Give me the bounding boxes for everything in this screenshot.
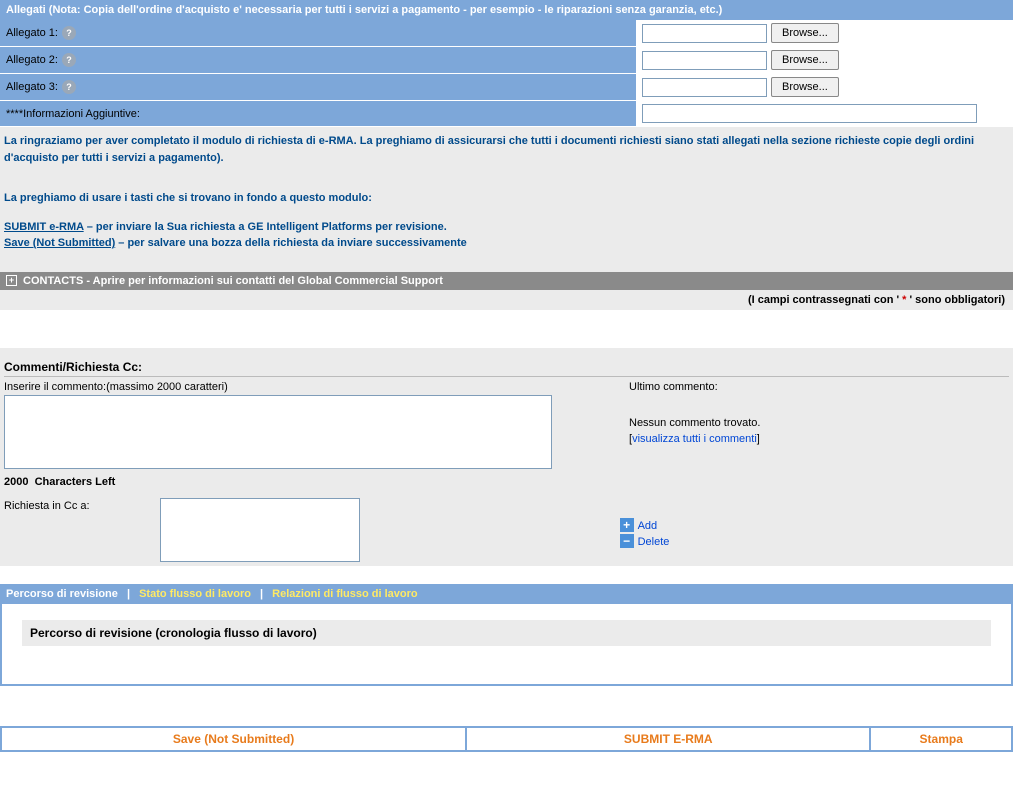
required-fields-note: (I campi contrassegnati con ' * ' sono o… [0, 290, 1013, 310]
delete-cc-link[interactable]: Delete [638, 536, 670, 548]
contacts-header-bar: + CONTACTS - Aprire per informazioni sui… [0, 272, 1013, 290]
attachment-label-3: Allegato 3: ? [0, 74, 636, 100]
enter-comment-label: Inserire il commento:(massimo 2000 carat… [4, 379, 589, 395]
additional-info-input[interactable] [642, 104, 977, 123]
delete-cc-row: −Delete [620, 534, 670, 548]
browse-button-2[interactable]: Browse... [771, 50, 839, 70]
attachments-header: Allegati (Nota: Copia dell'ordine d'acqu… [0, 0, 1013, 20]
additional-info-cell [636, 101, 1013, 126]
cc-label: Richiesta in Cc a: [4, 498, 90, 514]
additional-info-row: ****Informazioni Aggiuntive: [0, 101, 1013, 127]
chars-label-text: Characters Left [35, 476, 116, 488]
save-instruction: Save (Not Submitted) – per salvare una b… [4, 235, 1009, 252]
submit-desc: – per inviare la Sua richiesta a GE Inte… [84, 221, 447, 233]
label-text: ****Informazioni Aggiuntive: [6, 108, 140, 120]
help-icon[interactable]: ? [62, 26, 76, 40]
view-all-wrapper: [visualizza tutti i commenti] [629, 431, 1009, 447]
contacts-title: CONTACTS - Aprire per informazioni sui c… [23, 275, 443, 287]
attachment-row-1: Allegato 1: ? Browse... [0, 20, 1013, 47]
tab-review-path[interactable]: Percorso di revisione [6, 588, 118, 600]
use-buttons-text: La preghiamo di usare i tasti che si tro… [4, 190, 1009, 207]
submit-instruction: SUBMIT e-RMA – per inviare la Sua richie… [4, 219, 1009, 236]
view-all-comments-link[interactable]: visualizza tutti i commenti [632, 433, 757, 445]
last-comment-label: Ultimo commento: [629, 379, 1009, 395]
browse-button-1[interactable]: Browse... [771, 23, 839, 43]
req-pre: (I campi contrassegnati con ' [748, 294, 902, 306]
footer-print-button[interactable]: Stampa [920, 732, 963, 746]
review-panel-title: Percorso di revisione (cronologia flusso… [22, 620, 991, 646]
footer-submit-button[interactable]: SUBMIT E-RMA [624, 732, 713, 746]
thankyou-text: La ringraziamo per aver completato il mo… [4, 133, 1009, 166]
file-path-input-3[interactable] [642, 78, 767, 97]
help-icon[interactable]: ? [62, 53, 76, 67]
footer-save-button[interactable]: Save (Not Submitted) [173, 732, 294, 746]
attachment-input-cell-2: Browse... [636, 47, 1013, 73]
tab-workflow-relations[interactable]: Relazioni di flusso di lavoro [272, 588, 417, 600]
file-path-input-2[interactable] [642, 51, 767, 70]
attachment-input-cell-3: Browse... [636, 74, 1013, 100]
submit-erma-link[interactable]: SUBMIT e-RMA [4, 221, 84, 233]
comment-textarea[interactable] [4, 395, 552, 469]
label-text: Allegato 3: [6, 81, 58, 93]
no-comment-text: Nessun commento trovato. [629, 415, 1009, 431]
save-draft-link[interactable]: Save (Not Submitted) [4, 237, 115, 249]
instructions-section: La ringraziamo per aver completato il mo… [0, 127, 1013, 272]
tab-workflow-state[interactable]: Stato flusso di lavoro [139, 588, 251, 600]
tab-separator: | [127, 588, 130, 600]
attachment-row-2: Allegato 2: ? Browse... [0, 47, 1013, 74]
review-panel: Percorso di revisione (cronologia flusso… [0, 604, 1013, 686]
workflow-tabs: Percorso di revisione | Stato flusso di … [0, 584, 1013, 604]
chars-count: 2000 [4, 476, 28, 488]
minus-icon[interactable]: − [620, 534, 634, 548]
plus-icon[interactable]: + [620, 518, 634, 532]
add-cc-link[interactable]: Add [638, 520, 658, 532]
req-post: ' sono obbligatori) [906, 294, 1005, 306]
label-text: Allegato 1: [6, 27, 58, 39]
tab-separator: | [260, 588, 263, 600]
attachment-input-cell-1: Browse... [636, 20, 1013, 46]
browse-button-3[interactable]: Browse... [771, 77, 839, 97]
attachment-row-3: Allegato 3: ? Browse... [0, 74, 1013, 101]
cc-listbox[interactable] [160, 498, 360, 562]
help-icon[interactable]: ? [62, 80, 76, 94]
footer-actions: Save (Not Submitted) SUBMIT E-RMA Stampa [0, 726, 1013, 752]
additional-info-label: ****Informazioni Aggiuntive: [0, 101, 636, 126]
expand-icon[interactable]: + [6, 275, 17, 286]
comments-title: Commenti/Richiesta Cc: [4, 356, 1009, 377]
comments-section: Commenti/Richiesta Cc: Inserire il comme… [0, 348, 1013, 566]
save-desc: – per salvare una bozza della richiesta … [115, 237, 467, 249]
label-text: Allegato 2: [6, 54, 58, 66]
attachment-label-1: Allegato 1: ? [0, 20, 636, 46]
add-cc-row: + Add [620, 518, 670, 532]
attachment-label-2: Allegato 2: ? [0, 47, 636, 73]
file-path-input-1[interactable] [642, 24, 767, 43]
chars-left: 2000 Characters Left [4, 472, 589, 492]
